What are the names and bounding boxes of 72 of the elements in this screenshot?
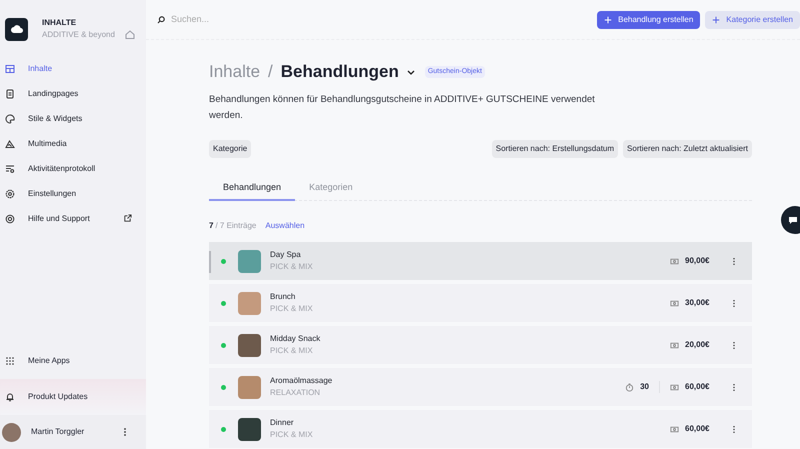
entry-count: 7 <box>209 220 214 232</box>
nav-item[interactable]: Landingpages <box>0 81 146 106</box>
list-icon <box>5 164 15 174</box>
avatar-icon <box>2 422 21 442</box>
plus-icon <box>604 16 612 24</box>
select-link[interactable]: Auswählen <box>265 220 305 232</box>
bell-icon <box>5 392 15 402</box>
photo-placeholder <box>238 250 261 272</box>
grid-icon <box>5 356 15 366</box>
banknote-icon <box>670 340 679 350</box>
item-category: RELAXATION <box>270 388 322 398</box>
photo-placeholder <box>238 334 261 356</box>
mountain-icon <box>5 138 15 148</box>
nav-item[interactable]: Hilfe und Support <box>0 206 146 231</box>
list-row[interactable]: Aromaölmassage RELAXATION 30 60,00€ <box>209 368 752 406</box>
filter-button[interactable]: Sortieren nach: Zuletzt aktualisiert <box>623 140 752 158</box>
search-field[interactable]: Suchen... <box>171 12 371 26</box>
banknote-icon <box>670 382 679 392</box>
create-button[interactable]: Kategorie erstellen <box>705 10 800 28</box>
nav-item[interactable]: Meine Apps <box>0 343 146 379</box>
item-category: PICK & MIX <box>270 262 313 272</box>
item-category: PICK & MIX <box>270 304 313 314</box>
item-price: 90,00€ <box>685 255 710 267</box>
document-icon <box>5 88 15 98</box>
duration-value: 30 <box>640 381 649 393</box>
nav-item[interactable]: Einstellungen <box>0 181 146 206</box>
stopwatch-icon <box>625 382 634 392</box>
item-category: PICK & MIX <box>270 346 314 356</box>
search-icon <box>157 16 165 24</box>
photo-placeholder <box>238 292 261 314</box>
banknote-icon <box>670 256 679 266</box>
cloud-logo-icon <box>5 18 28 40</box>
page-description: Behandlungen können für Behandlungsgutscheine in ADDITIVE+ GUTSCHEINE verwendet werden. <box>209 93 596 123</box>
breadcrumb-separator: / <box>268 61 273 84</box>
item-price: 30,00€ <box>685 297 710 309</box>
entry-total: / 7 Einträge <box>215 220 256 232</box>
page-title: Behandlungen <box>280 61 399 84</box>
banknote-icon <box>670 424 679 434</box>
list-row[interactable]: Brunch PICK & MIX 30,00€ <box>209 284 752 322</box>
item-name: Brunch <box>270 292 296 302</box>
user-name: Martin Torggler <box>31 426 84 438</box>
tab[interactable]: Behandlungen <box>209 177 296 201</box>
item-name: Dinner <box>270 418 295 428</box>
lifebuoy-icon <box>5 214 15 224</box>
item-price: 20,00€ <box>685 339 710 351</box>
item-name: Day Spa <box>270 250 302 260</box>
item-name: Midday Snack <box>270 334 320 344</box>
filter-button[interactable]: Sortieren nach: Erstellungsdatum <box>492 140 618 158</box>
nav-item[interactable]: Inhalte <box>0 56 146 81</box>
photo-placeholder <box>238 376 261 398</box>
item-category: PICK & MIX <box>270 430 313 440</box>
create-button[interactable]: Behandlung erstellen <box>597 10 700 28</box>
plus-icon <box>712 16 720 24</box>
hover-indicator <box>209 251 211 273</box>
nav-item[interactable]: Aktivitätenprotokoll <box>0 156 146 181</box>
item-price: 60,00€ <box>685 423 710 435</box>
item-price: 60,00€ <box>685 381 710 393</box>
layout-icon <box>5 64 15 74</box>
banknote-icon <box>670 298 679 308</box>
list-row[interactable]: Dinner PICK & MIX 60,00€ <box>209 410 752 448</box>
nav-item[interactable]: Multimedia <box>0 131 146 156</box>
list-row[interactable]: Day Spa PICK & MIX 90,00€ <box>209 242 752 280</box>
chevron-down-icon[interactable] <box>406 70 415 74</box>
filter-button[interactable]: Kategorie <box>209 140 252 158</box>
palette-icon <box>5 114 15 124</box>
settings-icon <box>5 188 15 198</box>
app-title: INHALTE <box>42 17 78 29</box>
photo-placeholder <box>238 418 261 440</box>
item-name: Aromaölmassage <box>270 376 332 386</box>
app-subtitle: ADDITIVE & beyond <box>42 29 115 41</box>
list-row[interactable]: Midday Snack PICK & MIX 20,00€ <box>209 326 752 364</box>
nav-item[interactable]: Stile & Widgets <box>0 106 146 131</box>
